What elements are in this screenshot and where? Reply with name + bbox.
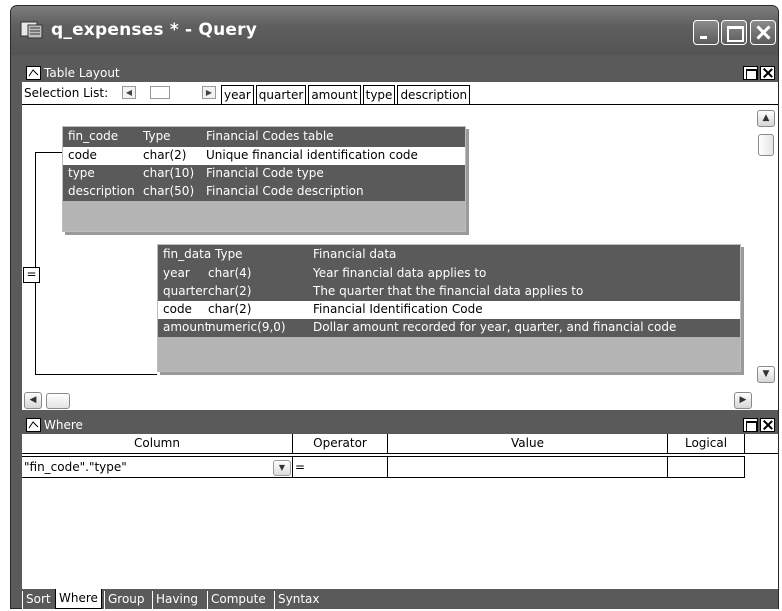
- fin-code-table-header[interactable]: fin_code Type Financial Codes table: [63, 127, 465, 147]
- fin-data-type-heading: Type: [215, 247, 243, 261]
- join-line: [35, 283, 36, 374]
- column-comment: Financial Identification Code: [313, 302, 483, 316]
- where-title: Where: [44, 418, 83, 432]
- where-close-button[interactable]: [760, 418, 775, 432]
- where-grid-header: Column Operator Value Logical: [22, 434, 778, 454]
- pane-icon: [26, 66, 41, 80]
- table-row[interactable]: description char(50) Financial Code desc…: [63, 183, 465, 201]
- title-bar[interactable]: q_expenses * - Query: [11, 6, 778, 55]
- where-column-select[interactable]: "fin_code"."type" ▼: [22, 456, 293, 478]
- column-name: description: [68, 184, 135, 198]
- column-type: char(2): [143, 148, 187, 162]
- scroll-down-icon[interactable]: ▼: [757, 366, 775, 383]
- fin-code-type-heading: Type: [143, 129, 171, 143]
- scroll-left-icon[interactable]: ◀: [122, 86, 136, 99]
- pane-icon: [26, 418, 41, 432]
- table-row[interactable]: code char(2) Financial Identification Co…: [158, 301, 740, 319]
- vertical-scroll-thumb[interactable]: [758, 134, 774, 156]
- join-line: [35, 374, 157, 375]
- column-type: char(2): [208, 302, 252, 316]
- value-header[interactable]: Value: [388, 434, 668, 454]
- scroll-left-icon[interactable]: ◀: [24, 392, 42, 409]
- table-row[interactable]: year char(4) Year financial data applies…: [158, 265, 740, 283]
- column-header[interactable]: Column: [22, 434, 293, 454]
- tab-syntax[interactable]: Syntax: [274, 591, 322, 609]
- fin-code-table-name: fin_code: [68, 129, 119, 143]
- column-name: amount: [163, 320, 210, 334]
- column-name: code: [68, 148, 97, 162]
- minimize-button[interactable]: [693, 20, 719, 45]
- tab-compute[interactable]: Compute: [207, 591, 269, 609]
- column-comment: Year financial data applies to: [313, 266, 487, 280]
- column-name: code: [163, 302, 192, 316]
- table-layout-titlebar[interactable]: Table Layout: [22, 64, 778, 82]
- where-maximize-button[interactable]: [743, 418, 758, 432]
- column-type: char(2): [208, 284, 252, 298]
- horizontal-scroll-thumb[interactable]: [46, 393, 70, 409]
- table-row[interactable]: "fin_code"."type" ▼ =: [22, 456, 778, 478]
- maximize-button[interactable]: [721, 20, 747, 45]
- column-comment: Financial Code type: [206, 166, 324, 180]
- table-layout-title: Table Layout: [44, 66, 120, 80]
- close-button[interactable]: [750, 20, 776, 45]
- column-name: quarter: [163, 284, 208, 298]
- fin-data-table-name: fin_data: [163, 247, 212, 261]
- join-line: [35, 152, 62, 153]
- fin-code-table[interactable]: fin_code Type Financial Codes table code…: [62, 126, 466, 232]
- selection-item-type[interactable]: type: [362, 85, 396, 105]
- where-operator-field[interactable]: =: [293, 456, 388, 478]
- selection-list-label: Selection List:: [24, 86, 109, 100]
- column-comment: The quarter that the financial data appl…: [313, 284, 584, 298]
- column-type: char(10): [143, 166, 195, 180]
- selection-scroll-thumb[interactable]: [150, 86, 170, 99]
- fin-code-description-heading: Financial Codes table: [206, 129, 334, 143]
- fin-data-description-heading: Financial data: [313, 247, 397, 261]
- table-layout-pane: Table Layout Selection List: ◀ ▶ year qu…: [22, 64, 778, 410]
- table-row[interactable]: type char(10) Financial Code type: [63, 165, 465, 183]
- column-comment: Financial Code description: [206, 184, 364, 198]
- operator-header[interactable]: Operator: [293, 434, 388, 454]
- selection-item-quarter[interactable]: quarter: [255, 85, 307, 105]
- column-type: char(50): [143, 184, 195, 198]
- tab-where[interactable]: Where: [55, 589, 102, 609]
- chevron-down-icon[interactable]: ▼: [273, 460, 291, 476]
- window-title: q_expenses * - Query: [51, 20, 257, 40]
- column-comment: Dollar amount recorded for year, quarter…: [313, 320, 677, 334]
- column-type: char(4): [208, 266, 252, 280]
- join-line: [35, 152, 36, 267]
- table-layout-maximize-button[interactable]: [743, 66, 758, 80]
- vertical-scrollbar[interactable]: ▲ ▼: [755, 106, 778, 392]
- table-layout-close-button[interactable]: [760, 66, 775, 80]
- tab-having[interactable]: Having: [152, 591, 201, 609]
- table-row[interactable]: code char(2) Unique financial identifica…: [63, 147, 465, 165]
- column-type: numeric(9,0): [208, 320, 286, 334]
- selection-item-year[interactable]: year: [221, 85, 254, 105]
- query-tab-strip: Sort Where Group Having Compute Syntax: [22, 589, 778, 609]
- horizontal-scrollbar[interactable]: ◀ ▶: [22, 392, 755, 410]
- where-column-value: "fin_code"."type": [24, 460, 127, 474]
- column-comment: Unique financial identification code: [206, 148, 418, 162]
- join-operator-box[interactable]: =: [23, 267, 40, 283]
- selection-item-amount[interactable]: amount: [308, 85, 361, 105]
- scroll-right-icon[interactable]: ▶: [202, 86, 216, 99]
- column-name: type: [68, 166, 95, 180]
- where-value-field[interactable]: [388, 456, 668, 478]
- table-canvas[interactable]: = fin_code Type Financial Codes table co…: [22, 106, 755, 392]
- fin-data-table[interactable]: fin_data Type Financial data year char(4…: [157, 244, 741, 372]
- tab-group[interactable]: Group: [104, 591, 148, 609]
- scroll-right-icon[interactable]: ▶: [734, 392, 752, 409]
- where-logical-field[interactable]: [668, 456, 745, 478]
- tab-sort[interactable]: Sort: [22, 591, 54, 609]
- table-row[interactable]: amount numeric(9,0) Dollar amount record…: [158, 319, 740, 337]
- table-row[interactable]: quarter char(2) The quarter that the fin…: [158, 283, 740, 301]
- where-titlebar[interactable]: Where: [22, 416, 778, 434]
- fin-data-table-header[interactable]: fin_data Type Financial data: [158, 245, 740, 265]
- column-name: year: [163, 266, 190, 280]
- selection-item-description[interactable]: description: [397, 85, 471, 105]
- logical-header[interactable]: Logical: [668, 434, 745, 454]
- where-pane: Where Column Operator Value Logical "fin…: [22, 416, 778, 609]
- query-app-icon: [20, 21, 43, 39]
- scroll-up-icon[interactable]: ▲: [757, 110, 775, 127]
- selection-list-bar: Selection List: ◀ ▶ year quarter amount …: [22, 82, 778, 105]
